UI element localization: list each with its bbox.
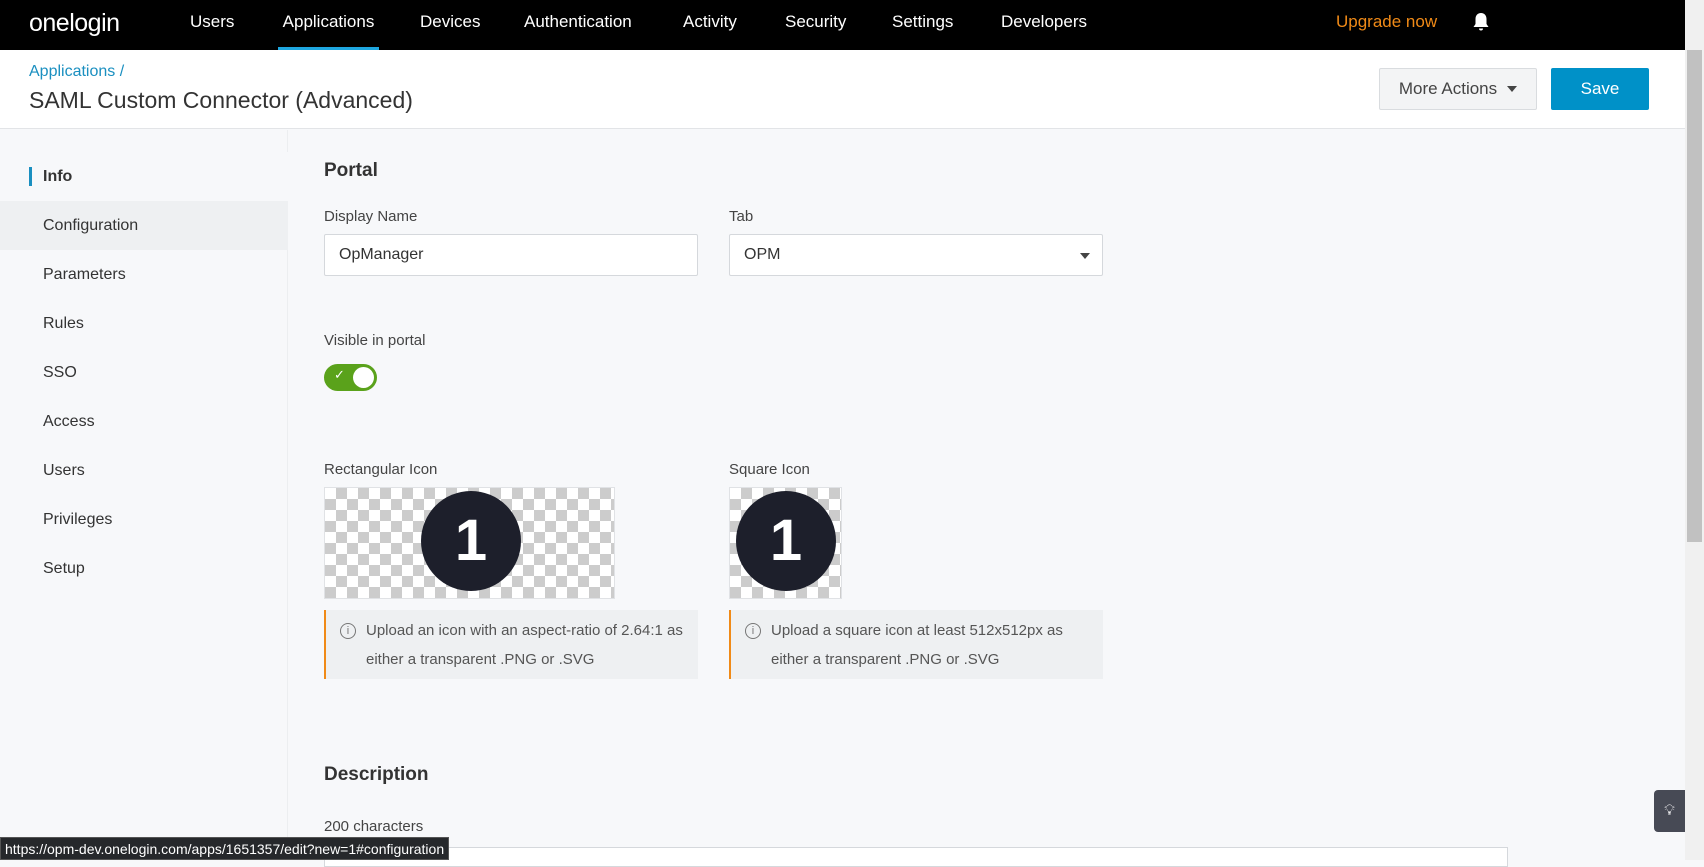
nav-settings[interactable]: Settings	[892, 0, 953, 50]
info-icon: i	[745, 623, 761, 639]
page-title: SAML Custom Connector (Advanced)	[29, 87, 413, 113]
tab-select-value: OPM	[744, 246, 781, 263]
rectangular-icon-upload[interactable]: 1	[324, 487, 615, 599]
rectangular-icon-label: Rectangular Icon	[324, 461, 438, 478]
bell-icon[interactable]	[1472, 12, 1490, 32]
visible-in-portal-label: Visible in portal	[324, 332, 426, 349]
sidebar-item-users[interactable]: Users	[0, 446, 288, 495]
toggle-knob	[353, 367, 374, 388]
nav-activity[interactable]: Activity	[683, 0, 737, 50]
lightbulb-icon: 💡︎	[1664, 802, 1675, 819]
description-counter: 200 characters	[324, 818, 424, 835]
caret-down-icon	[1080, 253, 1090, 259]
save-button[interactable]: Save	[1551, 68, 1649, 110]
square-icon-label: Square Icon	[729, 461, 810, 478]
visible-in-portal-toggle[interactable]: ✓	[324, 364, 377, 391]
display-name-label: Display Name	[324, 208, 418, 225]
sidebar-item-info[interactable]: Info	[0, 152, 288, 201]
tab-label: Tab	[729, 208, 754, 225]
sidebar-item-configuration[interactable]: Configuration	[0, 201, 288, 250]
nav-applications[interactable]: Applications	[278, 0, 379, 50]
tab-select[interactable]: OPM	[729, 234, 1103, 276]
sidebar-item-access[interactable]: Access	[0, 397, 288, 446]
sidebar-item-parameters[interactable]: Parameters	[0, 250, 288, 299]
nav-users[interactable]: Users	[190, 0, 234, 50]
rectangular-icon-note: i Upload an icon with an aspect-ratio of …	[324, 610, 698, 679]
sidebar-item-privileges[interactable]: Privileges	[0, 495, 288, 544]
nav-security[interactable]: Security	[785, 0, 846, 50]
lightbulb-help-button[interactable]: 💡︎	[1654, 790, 1685, 832]
sidebar-item-sso[interactable]: SSO	[0, 348, 288, 397]
upgrade-now-link[interactable]: Upgrade now	[1336, 0, 1437, 44]
more-actions-button[interactable]: More Actions	[1379, 68, 1537, 110]
caret-down-icon	[1507, 86, 1518, 92]
nav-devices[interactable]: Devices	[420, 0, 480, 50]
nav-developers[interactable]: Developers	[1001, 0, 1087, 50]
portal-heading: Portal	[324, 160, 378, 181]
note-text: either a transparent .PNG or .SVG	[771, 651, 1000, 668]
nav-authentication[interactable]: Authentication	[524, 0, 632, 50]
note-text: Upload a square icon at least 512x512px …	[771, 622, 1063, 639]
description-heading: Description	[324, 764, 429, 785]
square-icon-note: i Upload a square icon at least 512x512px…	[729, 610, 1103, 679]
note-text: either a transparent .PNG or .SVG	[366, 651, 595, 668]
breadcrumb-applications[interactable]: Applications /	[29, 63, 124, 81]
app-logo-image: 1	[421, 491, 521, 591]
display-name-input[interactable]: OpManager	[324, 234, 698, 276]
note-text: Upload an icon with an aspect-ratio of 2…	[366, 622, 683, 639]
square-icon-upload[interactable]: 1	[729, 487, 842, 599]
info-icon: i	[340, 623, 356, 639]
check-icon: ✓	[334, 367, 345, 382]
onelogin-logo[interactable]: onelogin	[29, 9, 120, 38]
scrollbar-thumb[interactable]	[1687, 50, 1702, 542]
description-textarea[interactable]	[324, 847, 1508, 867]
status-bar-url: https://opm-dev.onelogin.com/apps/165135…	[0, 837, 450, 860]
sidebar-item-setup[interactable]: Setup	[0, 544, 288, 593]
sidebar-item-rules[interactable]: Rules	[0, 299, 288, 348]
more-actions-label: More Actions	[1398, 79, 1498, 98]
app-logo-image: 1	[736, 491, 836, 591]
